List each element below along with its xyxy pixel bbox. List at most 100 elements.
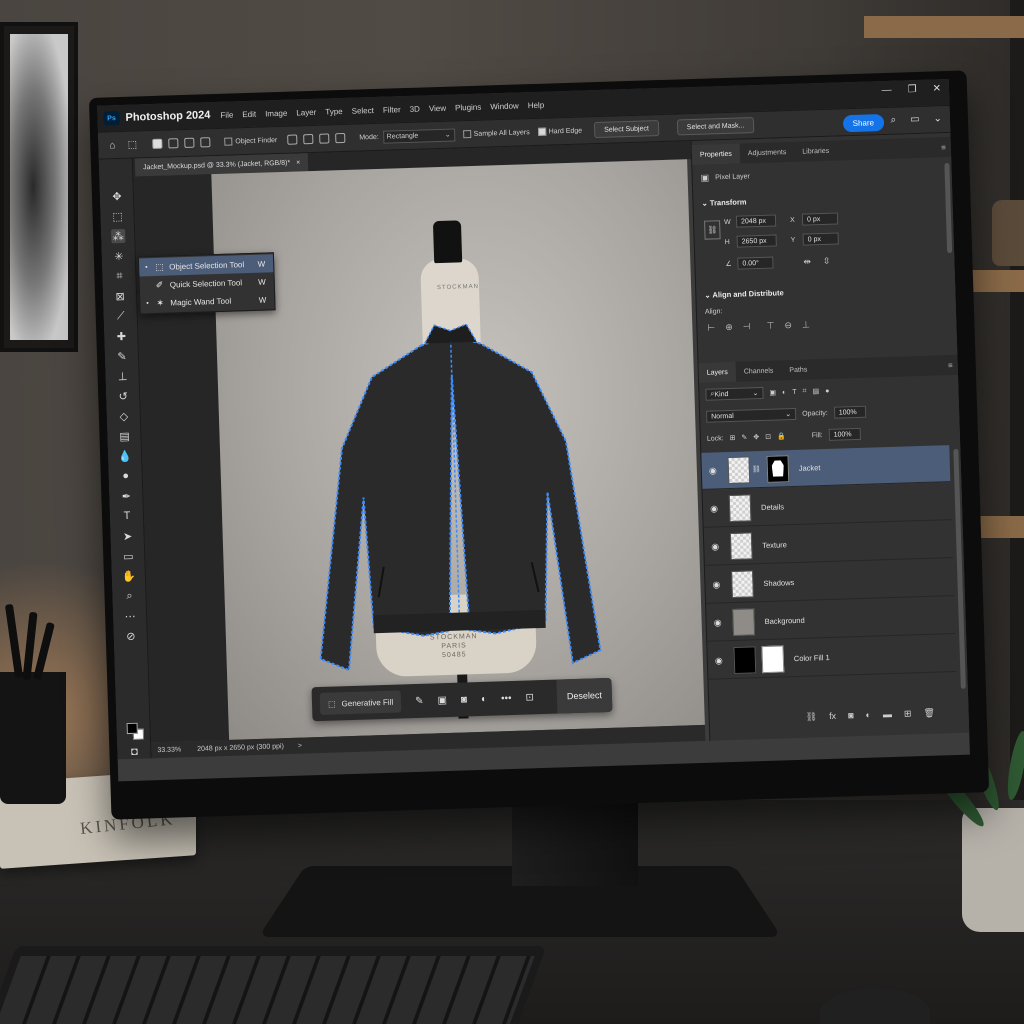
frame-tool-icon[interactable]: ⊠ [113,289,127,303]
x-field[interactable]: 0 px [801,212,839,226]
adjustment-layer-icon[interactable]: ◐ [865,710,871,721]
blend-mode-select[interactable]: Normal ⌄ [706,407,797,423]
gradient-tool-icon[interactable]: ▤ [117,429,131,443]
new-selection-icon[interactable] [152,138,163,149]
opacity-field[interactable]: 100% [833,405,866,419]
select-and-mask-icon[interactable]: ▣ [437,695,447,706]
filter-toggle-icon[interactable]: ● [825,387,829,394]
close-icon[interactable]: ✕ [932,83,941,94]
foreground-color-swatch[interactable] [126,722,138,735]
marquee-tool-icon[interactable]: ⬚ [110,209,124,223]
tool-preset-icon[interactable]: ⬚ [126,138,138,150]
menu-help[interactable]: Help [528,100,545,110]
eye-icon[interactable]: ◉ [704,541,726,553]
align-right-icon[interactable]: ⊣ [743,321,751,332]
transform-selection-icon[interactable]: ⊡ [525,692,534,703]
zoom-tool-icon[interactable]: ⌕ [122,589,136,603]
eye-icon[interactable]: ◉ [708,655,730,667]
refresh-icon[interactable] [287,134,298,145]
workspace-icon[interactable]: ▭ [910,114,920,125]
new-group-icon[interactable]: ▬ [883,709,892,720]
fx-icon[interactable]: fx [829,711,836,722]
tab-properties[interactable]: Properties [691,143,741,166]
height-field[interactable]: 2650 px [736,234,777,248]
y-field[interactable]: 0 px [802,232,839,246]
lock-all-icon[interactable]: 🔒 [777,432,786,440]
align-section-title[interactable]: ⌄ Align and Distribute [704,288,784,299]
healing-brush-icon[interactable]: ✚ [114,329,128,343]
tab-libraries[interactable]: Libraries [794,140,837,161]
add-to-selection-icon[interactable] [168,138,179,149]
lock-image-icon[interactable]: ✎ [741,433,747,441]
clone-stamp-icon[interactable]: ⊥ [115,369,129,383]
fill-field[interactable]: 100% [828,427,861,441]
object-selection-tool-icon[interactable]: ⁂ [111,228,126,244]
subtract-selection-icon[interactable] [184,137,195,148]
menu-3d[interactable]: 3D [410,104,421,113]
panel-menu-icon[interactable]: ≡ [941,143,946,152]
object-finder-settings-icon[interactable] [319,133,330,144]
layer-row-texture[interactable]: ◉ Texture [703,521,953,566]
more-options-icon[interactable]: ••• [501,692,512,703]
eraser-icon[interactable]: ◇ [117,409,131,423]
width-field[interactable]: 2048 px [735,214,777,228]
filter-type-icon[interactable]: T [792,388,796,395]
trash-icon[interactable]: 🗑 [923,708,935,719]
layer-row-jacket[interactable]: ◉ ⛓ Jacket [701,445,951,490]
filter-smart-object-icon[interactable]: ▤ [812,387,819,395]
new-layer-icon[interactable]: ⊞ [904,708,912,719]
quick-mask-icon[interactable]: ◘ [127,745,141,759]
menu-window[interactable]: Window [490,101,519,111]
eye-icon[interactable]: ◉ [702,465,724,477]
eyedropper-icon[interactable]: ⟋ [114,309,128,323]
layer-row-details[interactable]: ◉ Details [702,483,952,528]
menu-select[interactable]: Select [352,106,375,116]
transform-section-title[interactable]: ⌄ Transform [701,197,746,207]
mode-select[interactable]: Rectangle ⌄ [382,127,455,144]
flip-horizontal-icon[interactable]: ⇹ [803,256,811,267]
lock-position-icon[interactable]: ✥ [753,433,759,441]
menu-type[interactable]: Type [325,107,343,117]
pen-tool-icon[interactable]: ✒ [119,489,133,503]
layer-mask-thumbnail[interactable] [766,454,790,483]
magic-tool-icon[interactable]: ✳ [112,249,126,263]
filter-adjustment-icon[interactable]: ◐ [782,389,786,396]
type-tool-icon[interactable]: T [120,509,134,523]
share-button[interactable]: Share [842,114,885,133]
tab-channels[interactable]: Channels [735,360,781,381]
tab-layers[interactable]: Layers [698,361,737,383]
menu-file[interactable]: File [220,110,233,119]
filter-shape-icon[interactable]: ⌗ [802,388,806,396]
search-icon[interactable]: ⌕ [890,115,896,126]
align-center-h-icon[interactable]: ⊕ [725,322,733,333]
hard-edge-checkbox[interactable] [537,127,546,136]
menu-image[interactable]: Image [265,108,288,118]
more-tools-icon[interactable]: ⋯ [123,609,137,623]
flyout-magic-wand-tool[interactable]: • ✶ Magic Wand Tool W [140,290,274,312]
align-center-v-icon[interactable]: ⊖ [784,320,792,331]
menu-edit[interactable]: Edit [242,109,256,118]
angle-field[interactable]: 0.00° [737,256,774,270]
menu-plugins[interactable]: Plugins [455,102,482,112]
generative-fill-button[interactable]: ⬚ Generative Fill [319,690,402,716]
crop-tool-icon[interactable]: ⌗ [112,269,126,283]
eye-icon[interactable]: ◉ [706,617,728,629]
modify-selection-icon[interactable]: ✎ [415,695,424,706]
layer-row-shadows[interactable]: ◉ Shadows [704,559,954,604]
align-left-icon[interactable]: ⊢ [707,322,715,333]
eye-icon[interactable]: ◉ [703,503,725,515]
intersect-selection-icon[interactable] [200,137,211,148]
link-dimensions-icon[interactable]: ⛓ [704,220,721,240]
sample-all-layers-checkbox[interactable] [462,129,471,139]
link-layers-icon[interactable]: ⛓ [806,711,818,722]
lock-artboard-icon[interactable]: ⊡ [765,433,771,441]
menu-layer[interactable]: Layer [296,107,316,117]
align-top-icon[interactable]: ⊤ [766,321,774,332]
tab-paths[interactable]: Paths [781,359,816,380]
fill-color-thumbnail[interactable] [733,645,757,674]
align-bottom-icon[interactable]: ⊥ [802,319,810,330]
hand-tool-icon[interactable]: ✋ [122,569,136,583]
flip-vertical-icon[interactable]: ⇳ [823,255,831,266]
layer-row-color-fill[interactable]: ◉ Color Fill 1 [707,635,957,680]
dodge-tool-icon[interactable]: ● [119,469,133,483]
